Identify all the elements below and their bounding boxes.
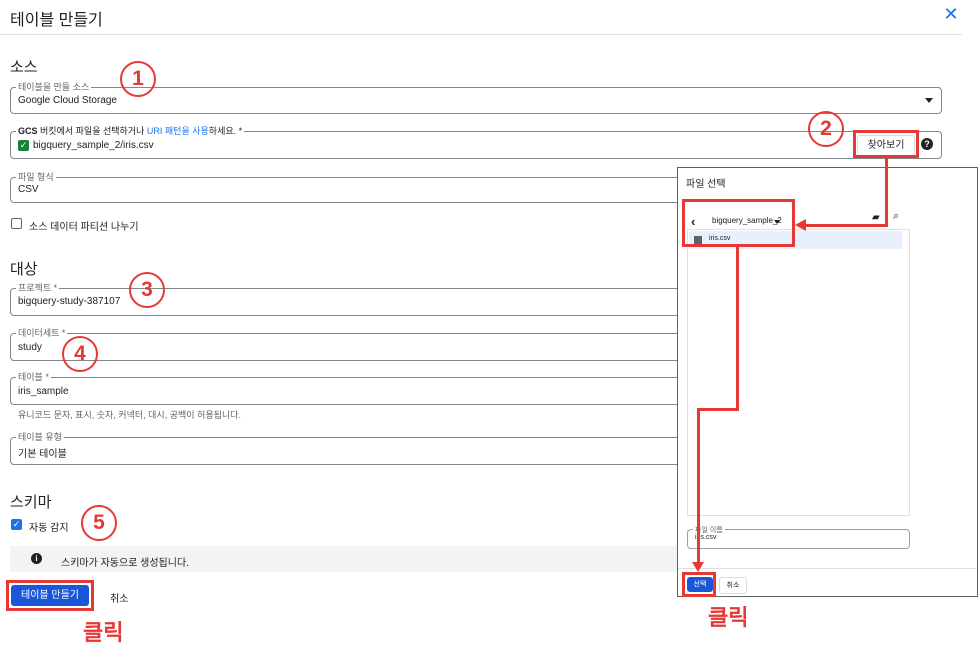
connector-line <box>885 157 888 227</box>
partition-label: 소스 데이터 파티션 나누기 <box>29 222 139 233</box>
check-icon: ✓ <box>18 140 29 151</box>
dataset-label: 데이터세트 * <box>16 328 68 339</box>
dialog-title: 테이블 만들기 <box>10 12 103 29</box>
file-name-field[interactable]: 파일 이름 iris.csv <box>687 525 910 549</box>
dataset-value: study <box>18 342 42 353</box>
table-name-label: 테이블 * <box>16 372 51 383</box>
file-format-value: CSV <box>18 184 39 195</box>
connector-line <box>806 224 888 227</box>
help-icon[interactable]: ? <box>921 138 933 150</box>
table-type-select[interactable]: 테이블 유형 기본 테이블 <box>10 432 712 465</box>
arrow-left-icon <box>795 219 806 231</box>
bucket-highlight <box>682 199 795 247</box>
step-5-marker: 5 <box>81 505 117 541</box>
click-label-right: 클릭 <box>708 605 749 630</box>
table-name-value: iris_sample <box>18 386 69 397</box>
source-heading: 소스 <box>10 59 38 76</box>
select-highlight <box>682 572 716 597</box>
schema-heading: 스키마 <box>10 494 52 511</box>
step-3-marker: 3 <box>129 272 165 308</box>
project-label: 프로젝트 * <box>16 283 60 294</box>
partition-checkbox[interactable] <box>11 218 22 229</box>
file-format-select[interactable]: 파일 형식 CSV <box>10 172 712 203</box>
table-type-value: 기본 테이블 <box>18 449 67 460</box>
auto-detect-label: 자동 감지 <box>29 523 69 534</box>
uri-pattern-link[interactable]: URI 패턴을 사용 <box>147 126 209 136</box>
info-icon: i <box>31 553 42 564</box>
browse-highlight <box>853 130 919 158</box>
connector-line <box>697 408 700 564</box>
auto-detect-checkbox[interactable]: ✓ <box>11 519 22 530</box>
new-folder-icon[interactable]: ▰ <box>872 212 880 223</box>
create-table-button[interactable]: 테이블 만들기 <box>11 585 89 606</box>
schema-info-text: 스키마가 자동으로 생성됩니다. <box>61 558 189 569</box>
file-list: iris.csv <box>687 229 910 516</box>
click-label-left: 클릭 <box>83 620 124 645</box>
file-format-label: 파일 형식 <box>16 172 56 183</box>
gcs-label-end: 하세요. * <box>208 126 243 136</box>
gcs-path-value: bigquery_sample_2/iris.csv <box>33 140 154 151</box>
connector-line <box>736 247 739 411</box>
destination-heading: 대상 <box>10 261 38 278</box>
gcs-path-field[interactable]: GCS 버킷에서 파일을 선택하거나 URI 패턴을 사용하세요. * ✓ bi… <box>10 126 942 159</box>
schema-info-banner: i 스키마가 자동으로 생성됩니다. <box>10 546 678 572</box>
dataset-field[interactable]: 데이터세트 * study <box>10 328 712 361</box>
connector-line <box>697 408 739 411</box>
chevron-down-icon <box>925 98 933 103</box>
step-4-marker: 4 <box>62 336 98 372</box>
table-name-hint: 유니코드 문자, 표시, 숫자, 커넥터, 대시, 공백이 허용됩니다. <box>18 410 241 420</box>
search-icon[interactable]: ⌕ <box>893 210 899 223</box>
arrow-down-icon <box>692 562 704 572</box>
table-name-field[interactable]: 테이블 * iris_sample <box>10 372 712 405</box>
create-from-label: 테이블을 만들 소스 <box>16 82 92 93</box>
table-type-label: 테이블 유형 <box>16 432 64 443</box>
picker-footer-divider <box>678 568 977 569</box>
create-from-value: Google Cloud Storage <box>18 95 117 106</box>
file-picker-title: 파일 선택 <box>686 179 726 190</box>
gcs-label: GCS 버킷에서 파일을 선택하거나 URI 패턴을 사용하세요. * <box>16 126 245 137</box>
project-field[interactable]: 프로젝트 * bigquery-study-387107 <box>10 283 712 316</box>
picker-cancel-button[interactable]: 취소 <box>719 577 747 594</box>
header-divider <box>0 34 962 35</box>
cancel-button[interactable]: 취소 <box>110 590 128 605</box>
close-icon[interactable]: ✕ <box>942 5 960 23</box>
gcs-label-text: 버킷에서 파일을 선택하거나 <box>37 126 147 136</box>
step-1-marker: 1 <box>120 61 156 97</box>
step-2-marker: 2 <box>808 111 844 147</box>
gcs-label-bold: GCS <box>18 126 38 136</box>
project-value: bigquery-study-387107 <box>18 296 121 307</box>
